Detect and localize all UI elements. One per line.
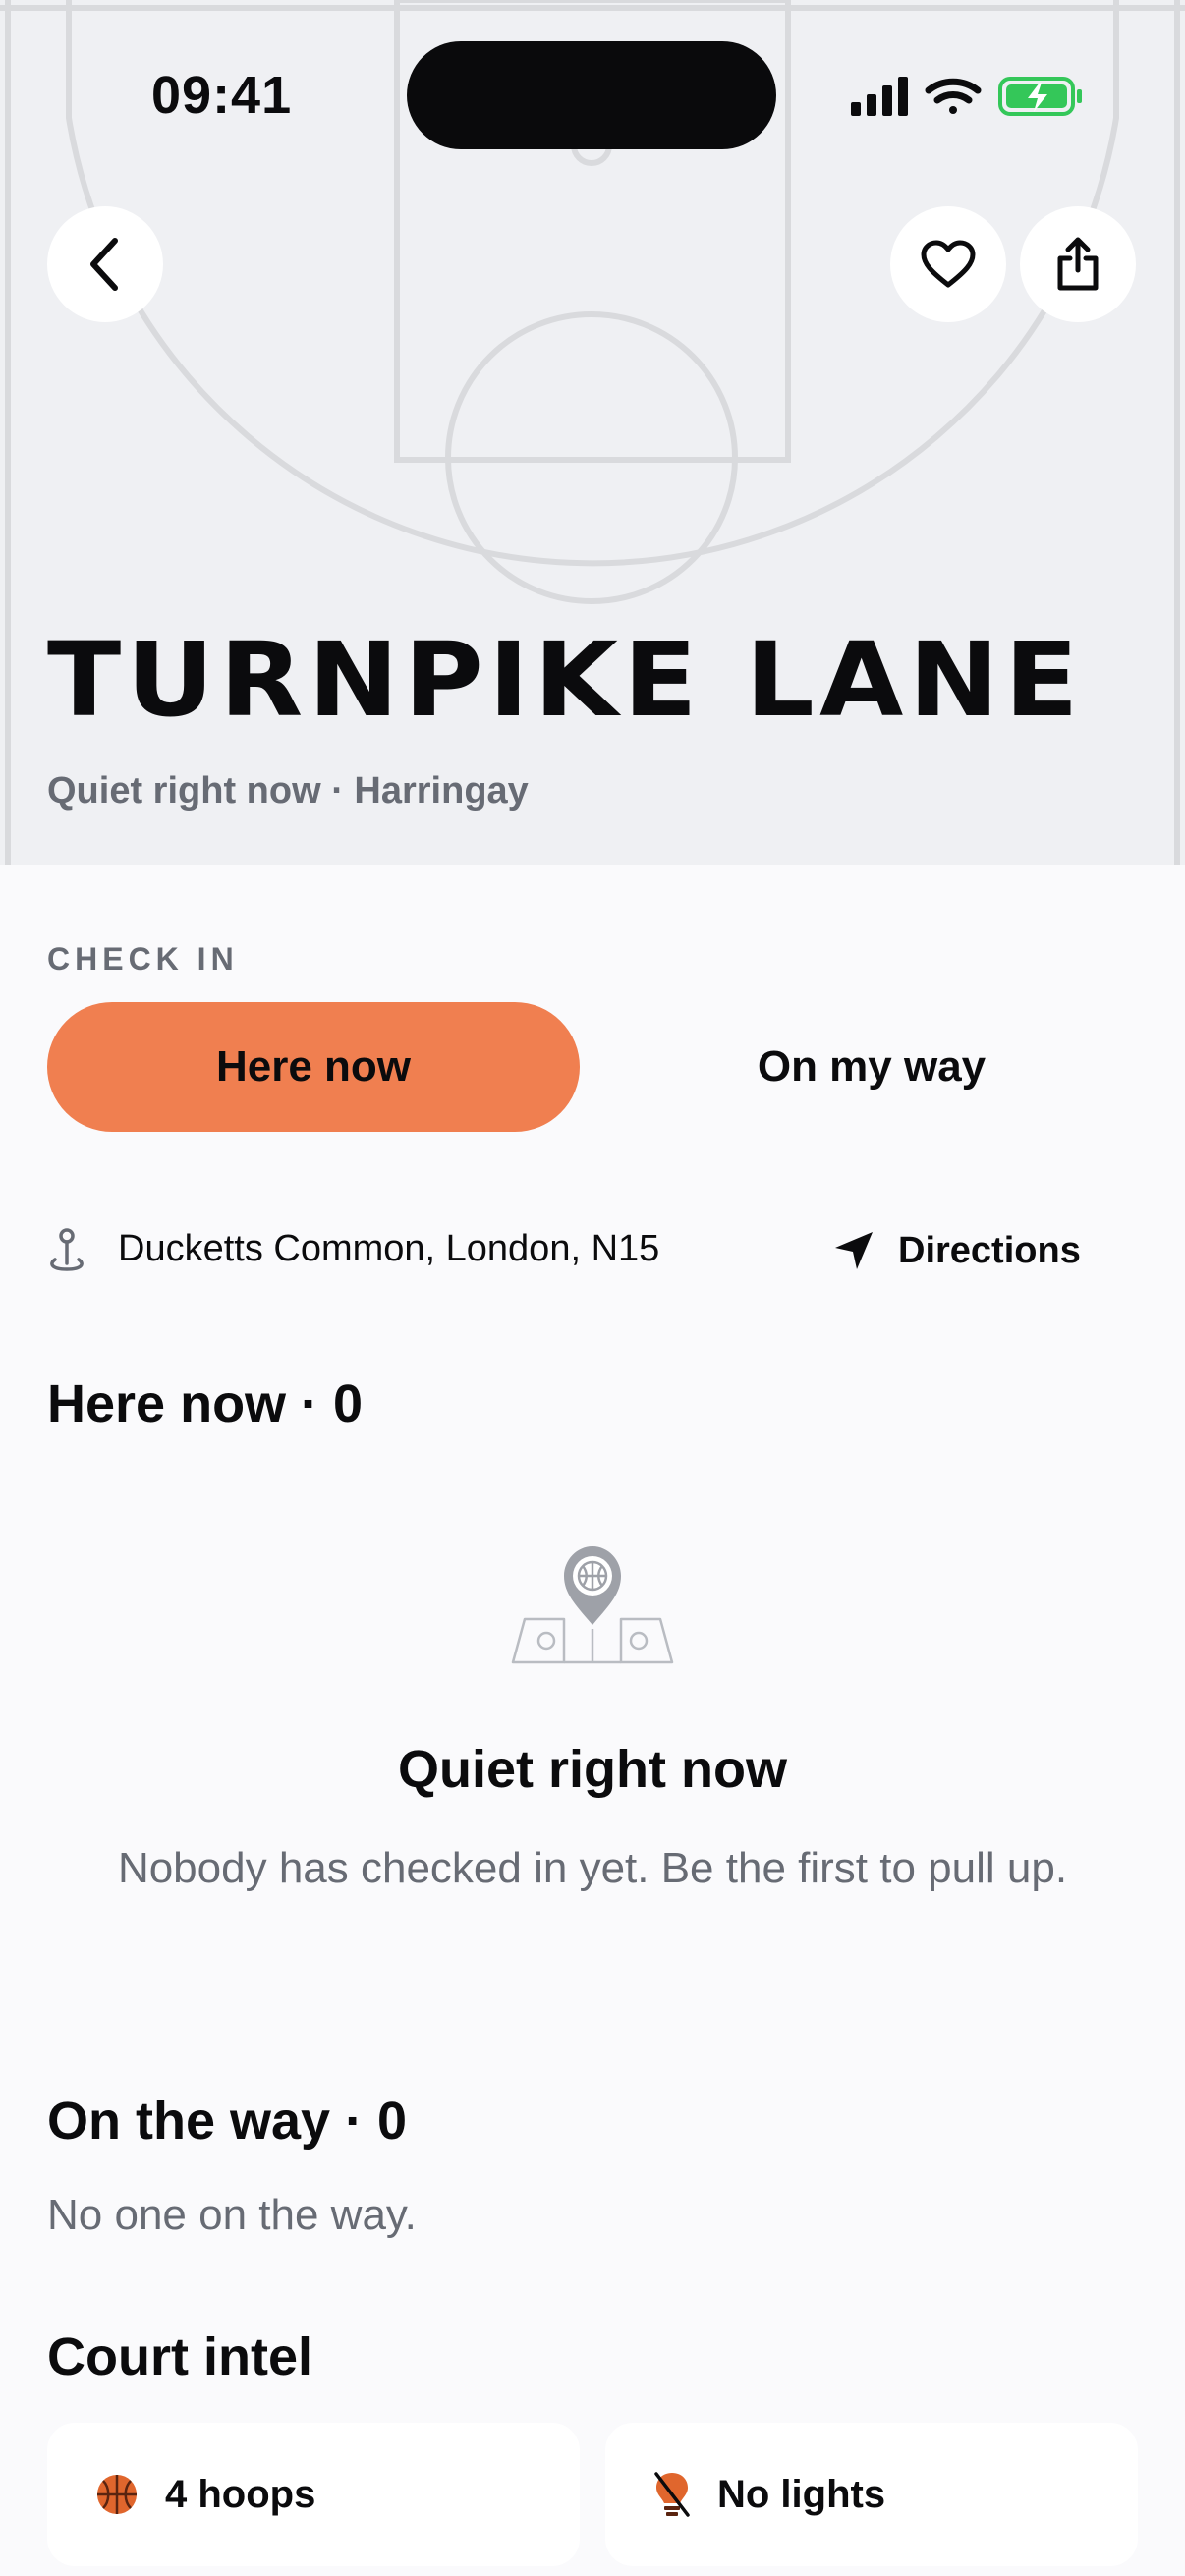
basketball-icon — [97, 2475, 137, 2514]
back-button[interactable] — [47, 206, 163, 322]
hero: 09:41 TURNPIKE LANE Quiet right now · Ha… — [0, 0, 1185, 865]
favorite-button[interactable] — [890, 206, 1006, 322]
empty-state-body: Nobody has checked in yet. Be the first … — [117, 1844, 1068, 1892]
court-subtitle: Quiet right now · Harringay — [47, 770, 529, 812]
cellular-signal-icon — [851, 77, 908, 116]
chevron-left-icon — [90, 238, 118, 291]
status-time: 09:41 — [151, 66, 293, 125]
status-icons — [845, 73, 1091, 127]
intel-hoops-label: 4 hoops — [165, 2472, 316, 2516]
court-title: TURNPIKE LANE — [47, 620, 1084, 740]
on-the-way-heading: On the way · 0 — [47, 2092, 408, 2151]
battery-charging-icon — [998, 77, 1082, 116]
status-bar: 09:41 — [0, 0, 1185, 187]
share-button[interactable] — [1020, 206, 1136, 322]
location-pin-icon — [50, 1228, 84, 1271]
wifi-icon — [925, 78, 982, 114]
intel-card-lights: No lights — [605, 2423, 1138, 2566]
directions-label: Directions — [898, 1229, 1081, 1271]
address-row: Ducketts Common, London, N15 Directions — [47, 1214, 1138, 1287]
navigation-arrow-icon — [835, 1232, 873, 1269]
here-now-heading: Here now · 0 — [47, 1374, 364, 1433]
court-intel-heading: Court intel — [47, 2327, 312, 2386]
check-in-segmented-control: Here now On my way — [47, 1002, 1138, 1132]
intel-card-hoops: 4 hoops — [47, 2423, 580, 2566]
empty-state-title: Quiet right now — [398, 1740, 787, 1799]
on-my-way-button[interactable]: On my way — [605, 1002, 1138, 1132]
intel-lights-label: No lights — [717, 2472, 886, 2516]
dynamic-island — [407, 41, 776, 149]
directions-button[interactable]: Directions — [833, 1214, 1081, 1287]
court-pin-illustration-icon — [511, 1546, 674, 1664]
heart-icon — [921, 240, 976, 288]
no-lights-icon — [654, 2472, 690, 2517]
share-icon — [1057, 237, 1099, 291]
check-in-label: CHECK IN — [47, 941, 239, 977]
here-now-button[interactable]: Here now — [47, 1002, 580, 1132]
on-the-way-empty-text: No one on the way. — [47, 2191, 417, 2239]
address-text: Ducketts Common, London, N15 — [118, 1228, 660, 1269]
